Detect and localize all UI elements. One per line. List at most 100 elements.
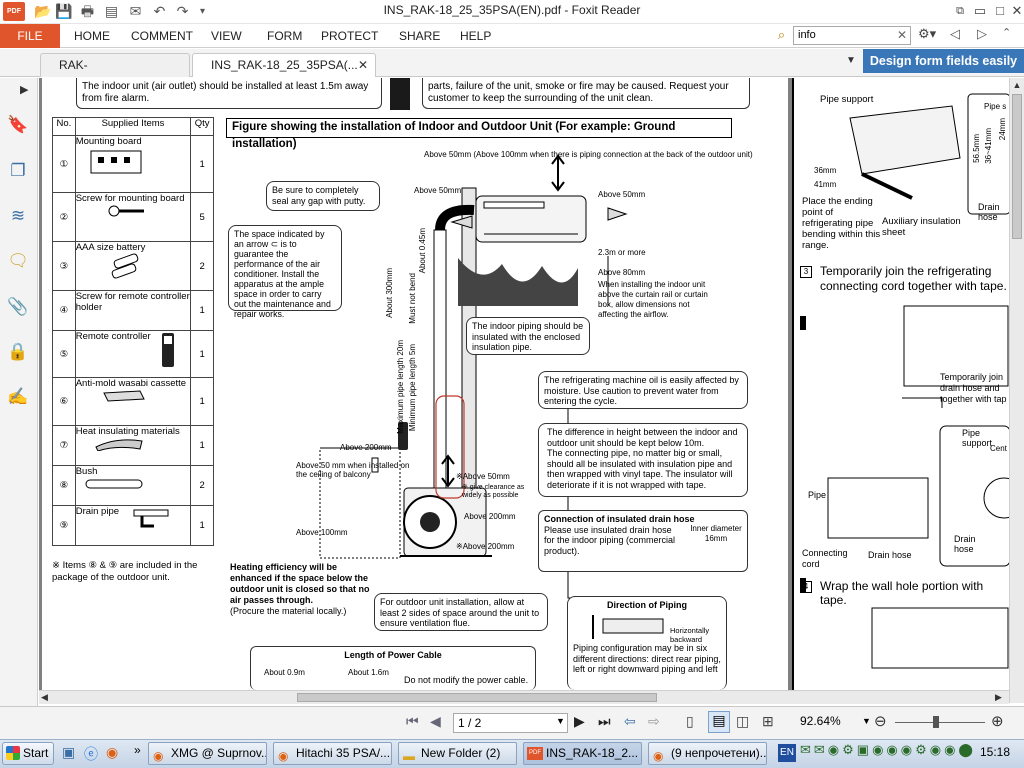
row-qty: 2 xyxy=(190,465,214,506)
zoom-out-icon[interactable]: ⊖ xyxy=(874,712,887,730)
row-qty: 1 xyxy=(190,330,214,378)
design-form-fields-banner[interactable]: Design form fields easily xyxy=(863,49,1024,73)
horizontal-scrollbar[interactable]: ◀ ▶ xyxy=(39,690,1009,704)
pdf-page-1: The indoor unit (air outlet) should be i… xyxy=(42,78,788,690)
step-4-text: Wrap the wall hole portion with tape. xyxy=(820,579,984,607)
next-page-icon[interactable]: ▶ xyxy=(574,713,585,730)
previous-view-icon[interactable]: ⇦ xyxy=(624,713,636,730)
taskbar-item-firefox-2[interactable]: ◉ Hitachi 35 PSA/... xyxy=(273,742,392,765)
firefox-quicklaunch-icon[interactable]: ◉ xyxy=(106,744,118,761)
tab-comment[interactable]: COMMENT xyxy=(131,24,193,48)
pipe-label: Pipe xyxy=(808,490,827,500)
dim-36mm: 36mm xyxy=(814,166,837,175)
scroll-up-icon[interactable]: ▲ xyxy=(1010,80,1024,90)
scroll-right-icon[interactable]: ▶ xyxy=(995,692,1002,703)
taskbar-item-label: INS_RAK-18_2... xyxy=(546,746,639,760)
signatures-icon[interactable]: ✍ xyxy=(6,385,30,409)
layers-icon[interactable]: ≋ xyxy=(6,204,30,228)
row-item: Screw for remote controller holder xyxy=(74,290,192,331)
zoom-slider-handle[interactable] xyxy=(933,716,939,728)
label-must-not-bend: Must not bend xyxy=(408,273,417,324)
show-desktop-icon[interactable]: ▣ xyxy=(62,744,75,761)
continuous-facing-icon[interactable]: ⊞ xyxy=(762,713,774,730)
taskbar-item-firefox-mail[interactable]: ◉ (9 непрочетени)... xyxy=(648,742,767,765)
previous-result-icon[interactable]: ◁ xyxy=(950,26,966,44)
file-tab[interactable]: FILE xyxy=(0,24,60,48)
clock[interactable]: 15:18 xyxy=(980,745,1010,759)
dim-56-5mm: 56.5mm xyxy=(972,134,981,163)
label-above-50mm-top: Above 50mm (Above 100mm when there is pi… xyxy=(424,150,753,159)
settings-gear-icon[interactable]: ⚙▾ xyxy=(918,26,944,44)
minimize-button[interactable]: ▭ xyxy=(970,2,990,20)
mounting-board-drawing xyxy=(90,150,142,174)
system-tray-icons[interactable]: ✉✉◉⚙▣◉◉◉⚙◉◉⬤ xyxy=(800,742,978,765)
taskbar-item-folder[interactable]: ▬ New Folder (2) xyxy=(398,742,517,765)
next-result-icon[interactable]: ▷ xyxy=(977,26,993,44)
tab-home[interactable]: HOME xyxy=(74,24,110,48)
first-page-icon[interactable]: ⏮ xyxy=(406,713,419,730)
oil-moisture-note: The refrigerating machine oil is easily … xyxy=(538,371,748,409)
scroll-left-icon[interactable]: ◀ xyxy=(41,692,48,703)
last-page-icon[interactable]: ⏭ xyxy=(598,713,611,730)
page-number-input[interactable]: 1 / 2 xyxy=(453,713,568,733)
security-icon[interactable]: 🔒 xyxy=(6,340,30,364)
zoom-slider[interactable] xyxy=(895,722,985,723)
start-button[interactable]: Start xyxy=(2,742,54,765)
firefox-icon: ◉ xyxy=(153,749,164,763)
tab-help[interactable]: HELP xyxy=(460,24,491,48)
row-item: Drain pipe xyxy=(74,505,192,546)
facing-pages-icon[interactable]: ◫ xyxy=(736,713,749,730)
taskbar-item-firefox-1[interactable]: ◉ XMG @ Suprnov... xyxy=(148,742,267,765)
item-label: Mounting board xyxy=(75,136,142,147)
row-no: ① xyxy=(52,135,76,193)
single-page-icon[interactable]: ▯ xyxy=(686,713,694,730)
tab-list-dropdown-icon[interactable]: ▼ xyxy=(846,55,860,71)
next-view-icon[interactable]: ⇨ xyxy=(648,713,660,730)
clean-surrounding-note: parts, failure of the unit, smoke or fir… xyxy=(422,78,750,109)
zoom-in-icon[interactable]: ⊕ xyxy=(991,712,1004,730)
tab-share[interactable]: SHARE xyxy=(399,24,440,48)
vertical-scrollbar[interactable]: ▲ xyxy=(1009,78,1024,703)
col-qty-header: Qty xyxy=(190,117,214,136)
label-above-80mm: Above 80mm xyxy=(598,268,646,277)
row-no: ⑥ xyxy=(52,377,76,426)
close-tab-icon[interactable]: ✕ xyxy=(358,58,372,74)
tab-view[interactable]: VIEW xyxy=(211,24,242,48)
language-indicator[interactable]: EN xyxy=(778,744,796,762)
firefox-icon: ◉ xyxy=(278,749,289,763)
zoom-dropdown-icon[interactable]: ▼ xyxy=(862,716,871,726)
cassette-drawing xyxy=(102,390,145,402)
page-dropdown-icon[interactable]: ▼ xyxy=(556,716,565,726)
row-item: Heat insulating materials xyxy=(74,425,192,466)
item-label: Anti-mold wasabi cassette xyxy=(75,378,187,389)
pages-icon[interactable]: ❐ xyxy=(6,159,30,183)
attachments-icon[interactable]: 📎 xyxy=(6,295,30,319)
zoom-level[interactable]: 92.64% xyxy=(800,714,841,728)
document-tab-2-active[interactable]: INS_RAK-18_25_35PSA(... xyxy=(192,53,376,77)
indoor-piping-note: The indoor piping should be insulated wi… xyxy=(466,317,590,355)
ie-quicklaunch-icon[interactable]: ⓔ xyxy=(84,744,98,764)
tab-form[interactable]: FORM xyxy=(267,24,302,48)
horizontal-scroll-thumb[interactable] xyxy=(297,693,657,702)
expand-nav-icon[interactable]: ▶ xyxy=(20,83,28,96)
clear-search-icon[interactable]: ✕ xyxy=(895,27,909,43)
close-button[interactable]: ✕ xyxy=(1007,2,1024,20)
search-input[interactable]: info xyxy=(793,26,911,45)
vertical-scroll-thumb[interactable] xyxy=(1012,94,1022,239)
collapse-ribbon-icon[interactable]: ⌃ xyxy=(1002,26,1018,44)
comments-icon[interactable]: 🗨 xyxy=(6,249,30,273)
tab-protect[interactable]: PROTECT xyxy=(321,24,378,48)
restore-tabs-icon[interactable]: ⧉ xyxy=(950,2,970,20)
label-about-1-6m: About 1.6m xyxy=(348,668,389,677)
previous-page-icon[interactable]: ◀ xyxy=(430,713,441,730)
find-folder-icon[interactable]: ⌕ xyxy=(773,27,790,44)
row-qty: 1 xyxy=(190,135,214,193)
item-label: Remote controller xyxy=(75,331,151,342)
continuous-page-icon[interactable]: ▤ xyxy=(708,711,730,733)
document-tab-1[interactable]: RAK-18_25_35PSA(all).... xyxy=(40,53,190,94)
drain-hose-title: Connection of insulated drain hose xyxy=(544,514,695,524)
taskbar-item-foxit[interactable]: PDF INS_RAK-18_2... xyxy=(523,742,642,765)
quicklaunch-more-icon[interactable]: » xyxy=(134,743,141,757)
row-item: Bush xyxy=(74,465,192,506)
bookmark-icon[interactable]: 🔖 xyxy=(6,113,30,137)
